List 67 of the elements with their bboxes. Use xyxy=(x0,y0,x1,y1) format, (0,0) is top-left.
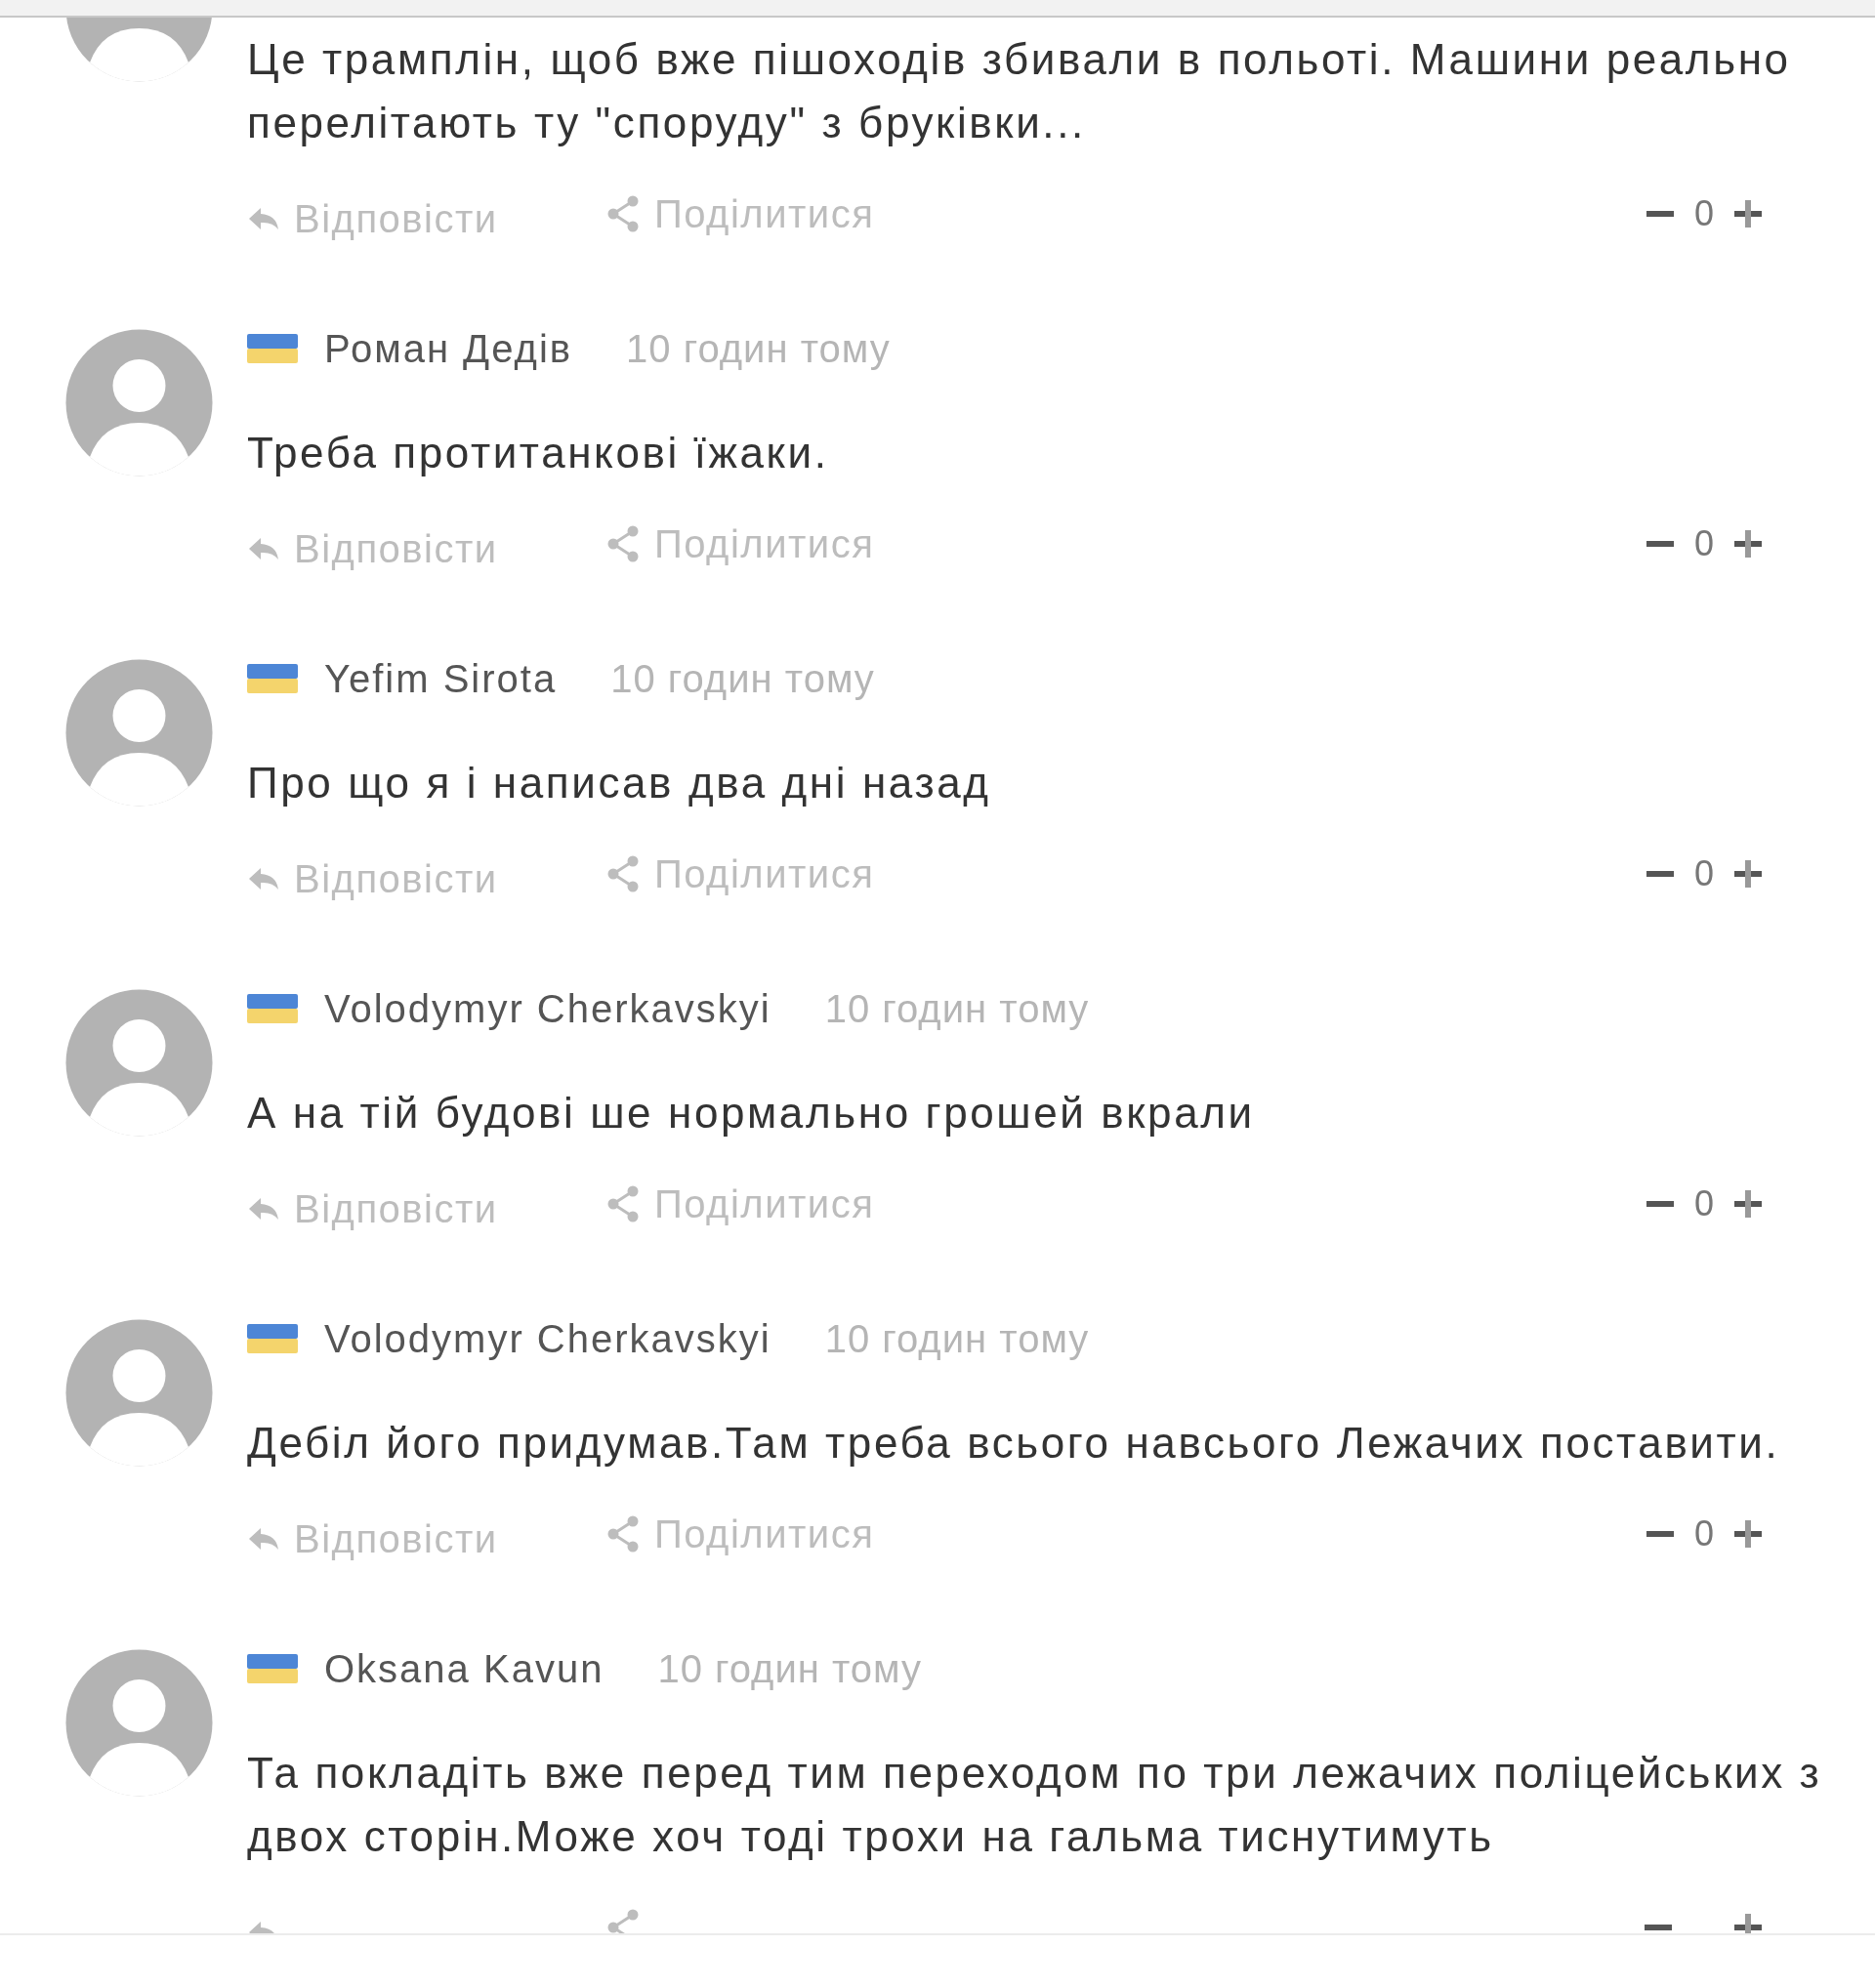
avatar-icon xyxy=(63,657,215,808)
reply-button[interactable]: Відповісти xyxy=(247,180,540,248)
author-name[interactable]: Роман Дедів xyxy=(324,319,573,378)
flag-icon xyxy=(247,334,298,363)
minus-icon xyxy=(1646,1531,1674,1537)
vote-score: 0 xyxy=(1693,852,1714,895)
share-button[interactable]: Поділитися xyxy=(605,185,875,243)
share-button[interactable]: Поділитися xyxy=(605,1505,875,1563)
plus-icon xyxy=(1734,530,1762,558)
avatar-icon xyxy=(63,987,215,1139)
author-name[interactable]: Volodymyr Cherkavskyi xyxy=(324,1309,771,1368)
minus-icon xyxy=(1645,1925,1672,1930)
share-button[interactable]: Поділитися xyxy=(605,1175,875,1233)
vote-score: 0 xyxy=(1693,1512,1714,1555)
plus-icon xyxy=(1734,1520,1762,1548)
plus-icon xyxy=(1734,860,1762,888)
reply-icon xyxy=(247,1196,280,1222)
minus-icon xyxy=(1646,871,1674,877)
reply-button[interactable]: Відповісти xyxy=(247,510,540,578)
reply-button[interactable]: Відповісти xyxy=(247,840,540,908)
author-name[interactable]: Yefim Sirota xyxy=(324,649,558,708)
comment-time: 10 годин тому xyxy=(824,1316,1090,1362)
comment-text: А на тій будові ше нормально грошей вкрали xyxy=(247,1088,1256,1139)
share-icon xyxy=(605,525,641,562)
flag-icon xyxy=(247,1654,298,1683)
author-name[interactable]: Oksana Kavun xyxy=(324,1639,604,1698)
share-icon xyxy=(605,195,641,232)
author-name[interactable]: Volodymyr Cherkavskyi xyxy=(324,979,771,1038)
comment-time: 10 годин тому xyxy=(626,326,891,372)
avatar-icon xyxy=(63,327,215,478)
flag-icon xyxy=(247,1324,298,1353)
vote-score: 0 xyxy=(1693,522,1714,565)
comment-text: Про що я і написав два дні назад xyxy=(247,758,992,808)
share-icon xyxy=(605,1515,641,1553)
reply-icon xyxy=(247,866,280,891)
flag-icon xyxy=(247,994,298,1023)
avatar-icon xyxy=(63,1647,215,1799)
upvote-button[interactable] xyxy=(1733,1189,1763,1219)
plus-icon xyxy=(1734,200,1762,228)
minus-icon xyxy=(1646,211,1674,217)
upvote-button[interactable] xyxy=(1733,199,1763,228)
upvote-button[interactable] xyxy=(1733,1519,1763,1549)
vote-score: 0 xyxy=(1693,1182,1714,1225)
comment-text: Та покладіть вже перед тим переходом по три лежачих поліцейських з двох сторін.Може хоч тоді трохи на гальма тиснутимуть xyxy=(247,1748,1823,1862)
comment-text: Дебіл його придумав.Там треба всього навсього Лежачих поставити. xyxy=(247,1418,1781,1469)
avatar-icon xyxy=(63,1317,215,1469)
upvote-button[interactable] xyxy=(1733,859,1763,889)
share-icon xyxy=(605,855,641,892)
share-button[interactable]: Поділитися xyxy=(605,515,875,573)
reply-button[interactable]: Відповісти xyxy=(247,1500,540,1568)
reply-icon xyxy=(247,1526,280,1552)
minus-icon xyxy=(1646,1201,1674,1207)
reply-icon xyxy=(247,536,280,561)
upvote-button[interactable] xyxy=(1733,529,1763,559)
minus-icon xyxy=(1646,541,1674,547)
share-icon xyxy=(605,1185,641,1222)
vote-score: 0 xyxy=(1693,192,1714,235)
comment-time: 10 годин тому xyxy=(657,1646,923,1692)
share-button[interactable]: Поділитися xyxy=(605,845,875,903)
plus-icon xyxy=(1734,1190,1762,1218)
comment-time: 10 годин тому xyxy=(610,656,875,702)
comment-time: 10 годин тому xyxy=(824,986,1090,1032)
reply-icon xyxy=(247,206,280,231)
flag-icon xyxy=(247,664,298,693)
comment-text: Це трамплін, щоб вже пішоходів збивали в польоті. Машини реально перелітають ту "споруду" з бруківки... xyxy=(247,34,1792,148)
comment-text: Треба протитанкові їжаки. xyxy=(247,428,830,478)
reply-button[interactable]: Відповісти xyxy=(247,1170,540,1238)
